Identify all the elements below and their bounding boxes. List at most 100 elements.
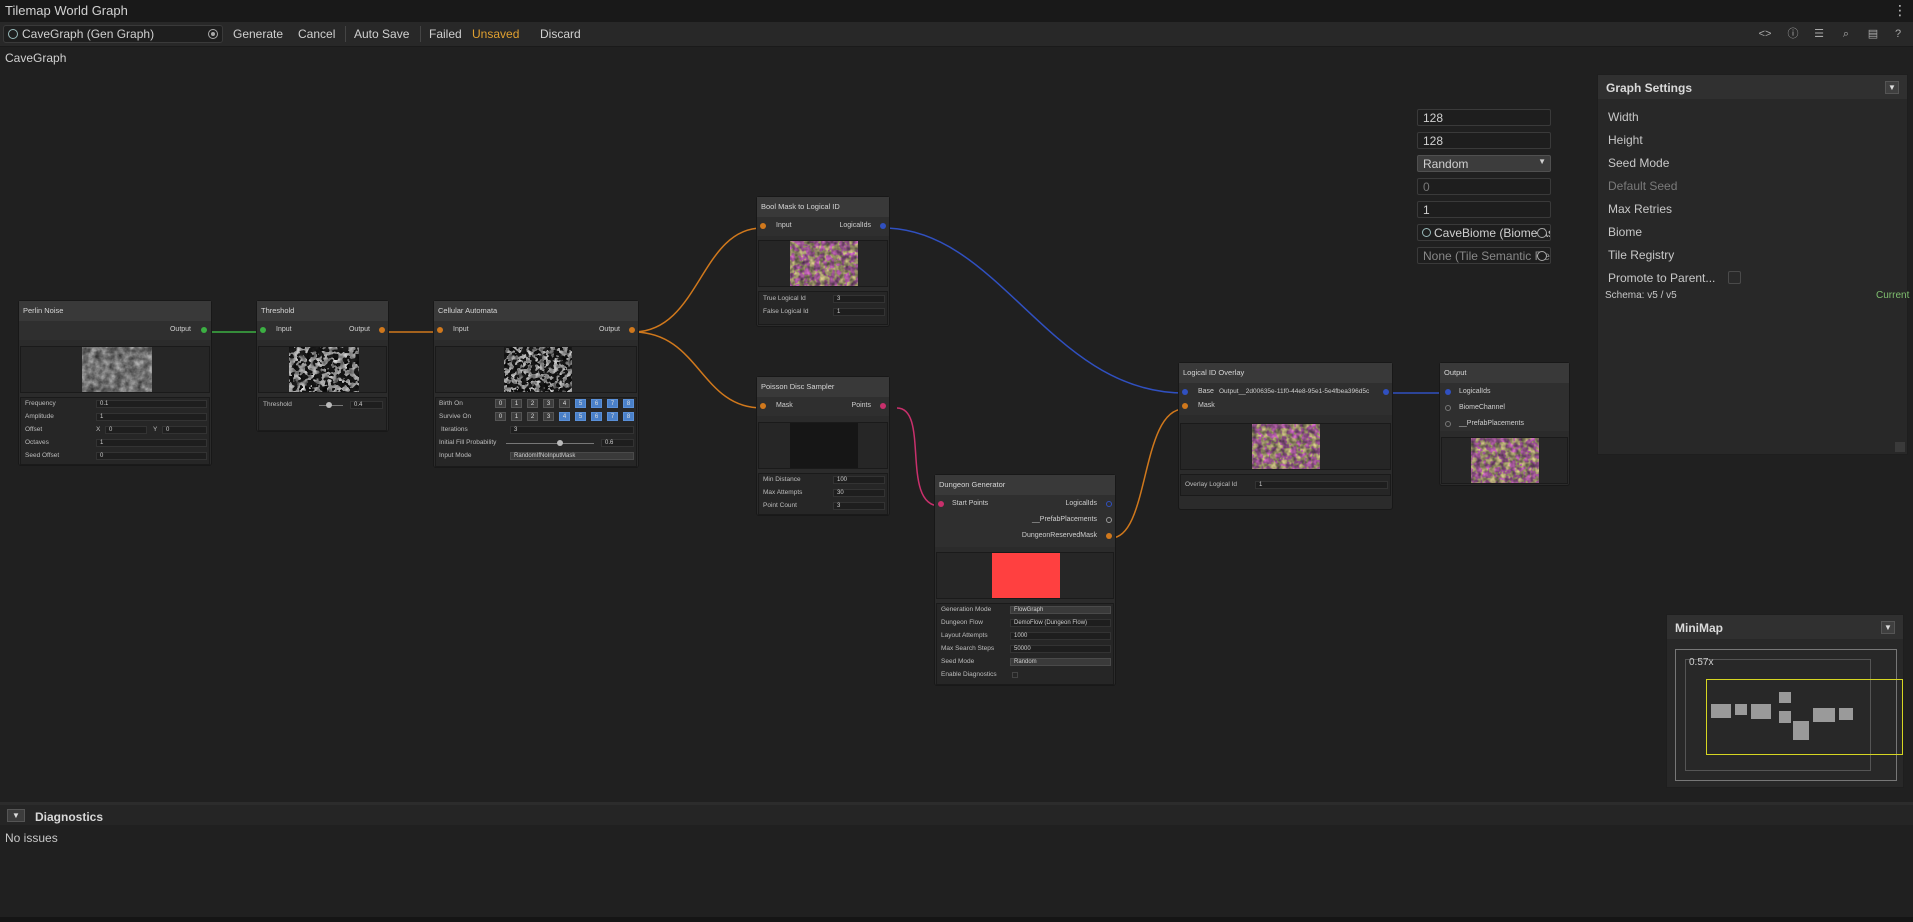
minimap-panel[interactable]: MiniMap ▼ 0.57x <box>1666 614 1904 788</box>
birth-toggle-2[interactable]: 2 <box>527 399 538 408</box>
max-retries-field[interactable]: 1 <box>1417 201 1551 218</box>
node-poisson-disc[interactable]: Poisson Disc Sampler Mask Points Min Dis… <box>756 376 890 516</box>
max-search-steps-field[interactable]: 50000 <box>1010 645 1111 653</box>
survive-toggle-5[interactable]: 5 <box>575 412 586 421</box>
object-picker-icon[interactable] <box>208 29 218 39</box>
input-port[interactable] <box>760 223 766 229</box>
seed-mode-dropdown[interactable]: Random <box>1010 658 1111 666</box>
output-port[interactable] <box>379 327 385 333</box>
node-perlin-noise[interactable]: Perlin Noise Output Frequency 0.1 Amplit… <box>18 300 212 466</box>
minimap-viewport[interactable] <box>1706 679 1903 755</box>
width-field[interactable]: 128 <box>1417 109 1551 126</box>
input-port[interactable] <box>260 327 266 333</box>
survive-toggle-2[interactable]: 2 <box>527 412 538 421</box>
survive-toggle-8[interactable]: 8 <box>623 412 634 421</box>
object-picker-icon[interactable] <box>1537 228 1547 238</box>
input-port[interactable] <box>1445 421 1451 427</box>
port-input-label: Mask <box>1198 402 1215 409</box>
generation-mode-dropdown[interactable]: FlowGraph <box>1010 606 1111 614</box>
fill-field[interactable]: 0.6 <box>601 439 634 447</box>
height-field[interactable]: 128 <box>1417 132 1551 149</box>
tile-registry-field[interactable]: None (Tile Semantic Regi <box>1417 247 1551 264</box>
input-port[interactable] <box>1182 403 1188 409</box>
threshold-field[interactable]: 0.4 <box>350 401 383 409</box>
list-icon[interactable]: ☰ <box>1812 27 1826 41</box>
true-logical-id-field[interactable]: 3 <box>833 295 885 303</box>
fill-slider[interactable] <box>506 443 594 444</box>
offset-x-field[interactable]: 0 <box>105 426 147 434</box>
output-port[interactable] <box>1106 501 1112 507</box>
seed-mode-dropdown[interactable]: Random ▼ <box>1417 155 1551 172</box>
auto-save-button[interactable]: Auto Save <box>350 25 413 43</box>
input-port[interactable] <box>437 327 443 333</box>
input-port[interactable] <box>938 501 944 507</box>
object-picker-icon[interactable] <box>1537 251 1547 261</box>
input-port[interactable] <box>760 403 766 409</box>
collapse-toggle-icon[interactable]: ▼ <box>7 809 25 822</box>
input-port[interactable] <box>1445 389 1451 395</box>
kebab-menu-icon[interactable]: ⋮ <box>1893 2 1907 19</box>
output-port[interactable] <box>880 403 886 409</box>
slider-handle[interactable] <box>557 440 563 446</box>
code-icon[interactable]: <> <box>1758 27 1772 41</box>
survive-toggle-4[interactable]: 4 <box>559 412 570 421</box>
survive-toggle-7[interactable]: 7 <box>607 412 618 421</box>
amplitude-field[interactable]: 1 <box>96 413 207 421</box>
node-threshold[interactable]: Threshold Input Output Threshold 0.4 <box>256 300 389 432</box>
survive-toggle-1[interactable]: 1 <box>511 412 522 421</box>
birth-toggle-6[interactable]: 6 <box>591 399 602 408</box>
node-logical-id-overlay[interactable]: Logical ID Overlay Base Mask Output__2d0… <box>1178 362 1393 510</box>
output-port[interactable] <box>1383 389 1389 395</box>
promote-checkbox[interactable] <box>1728 271 1741 284</box>
graph-object-field[interactable]: CaveGraph (Gen Graph) <box>3 25 223 43</box>
survive-toggle-0[interactable]: 0 <box>495 412 506 421</box>
generate-button[interactable]: Generate <box>229 25 287 43</box>
birth-toggle-3[interactable]: 3 <box>543 399 554 408</box>
birth-toggle-0[interactable]: 0 <box>495 399 506 408</box>
discard-button[interactable]: Discard <box>536 25 585 43</box>
birth-toggle-5[interactable]: 5 <box>575 399 586 408</box>
layout-icon[interactable]: ▤ <box>1866 27 1880 41</box>
false-logical-id-field[interactable]: 1 <box>833 308 885 316</box>
node-cellular-automata[interactable]: Cellular Automata Input Output Birth On … <box>433 300 639 468</box>
info-icon[interactable]: ⓘ <box>1786 27 1800 41</box>
output-port[interactable] <box>201 327 207 333</box>
birth-toggle-1[interactable]: 1 <box>511 399 522 408</box>
seed-offset-field[interactable]: 0 <box>96 452 207 460</box>
panel-dropdown-icon[interactable]: ▼ <box>1885 81 1899 94</box>
input-mode-dropdown[interactable]: RandomIfNoInputMask <box>510 452 634 460</box>
birth-toggle-8[interactable]: 8 <box>623 399 634 408</box>
layout-attempts-field[interactable]: 1000 <box>1010 632 1111 640</box>
offset-y-field[interactable]: 0 <box>162 426 207 434</box>
input-port[interactable] <box>1182 389 1188 395</box>
birth-toggle-7[interactable]: 7 <box>607 399 618 408</box>
enable-diagnostics-checkbox[interactable] <box>1012 672 1018 678</box>
node-dungeon-generator[interactable]: Dungeon Generator Start Points LogicalId… <box>934 474 1116 686</box>
cancel-button[interactable]: Cancel <box>294 25 339 43</box>
input-port[interactable] <box>1445 405 1451 411</box>
min-distance-field[interactable]: 100 <box>833 476 885 484</box>
help-icon[interactable]: ? <box>1891 27 1905 41</box>
overlay-logical-id-field[interactable]: 1 <box>1255 481 1388 489</box>
slider-handle[interactable] <box>326 402 332 408</box>
resize-handle[interactable] <box>1895 442 1905 452</box>
max-attempts-field[interactable]: 30 <box>833 489 885 497</box>
node-bool-mask[interactable]: Bool Mask to Logical ID Input LogicalIds… <box>756 196 890 327</box>
dungeon-flow-field[interactable]: DemoFlow (Dungeon Flow) <box>1010 619 1111 627</box>
biome-field[interactable]: CaveBiome (Biome Ass <box>1417 224 1551 241</box>
output-port[interactable] <box>880 223 886 229</box>
birth-toggle-4[interactable]: 4 <box>559 399 570 408</box>
survive-toggle-3[interactable]: 3 <box>543 412 554 421</box>
output-port[interactable] <box>629 327 635 333</box>
window-title: Tilemap World Graph <box>5 3 128 18</box>
frequency-field[interactable]: 0.1 <box>96 400 207 408</box>
zoom-icon[interactable]: ⌕ <box>1839 27 1853 41</box>
point-count-field[interactable]: 3 <box>833 502 885 510</box>
survive-toggle-6[interactable]: 6 <box>591 412 602 421</box>
output-port[interactable] <box>1106 533 1112 539</box>
node-output[interactable]: Output LogicalIds BiomeChannel __PrefabP… <box>1439 362 1570 486</box>
iterations-field[interactable]: 3 <box>510 426 634 434</box>
output-port[interactable] <box>1106 517 1112 523</box>
panel-dropdown-icon[interactable]: ▼ <box>1881 621 1895 634</box>
octaves-field[interactable]: 1 <box>96 439 207 447</box>
